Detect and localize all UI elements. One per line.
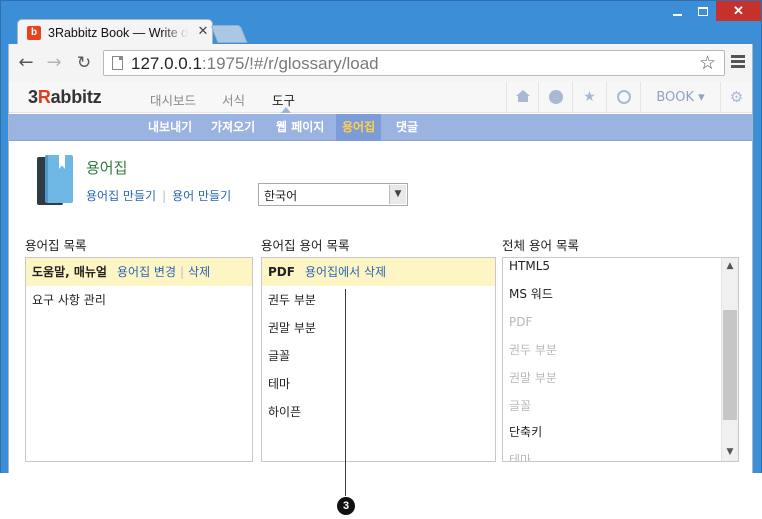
tab-close-icon[interactable]: ✕ xyxy=(196,25,210,39)
logo-rest: abbitz xyxy=(50,87,102,107)
title-bar: b 3Rabbitz Book — Write d ✕ ✕ xyxy=(1,1,761,46)
nav-templates[interactable]: 서식 xyxy=(222,90,245,109)
delete-glossary-link[interactable]: 삭제 xyxy=(188,265,210,279)
gear-icon[interactable]: ⚙ xyxy=(720,82,752,113)
list-item[interactable]: 권두 부분 xyxy=(262,286,316,314)
subnav-export[interactable]: 내보내기 xyxy=(142,114,198,141)
glossary-terms-title: 용어집 용어 목록 xyxy=(261,238,350,253)
clock-icon[interactable] xyxy=(606,82,640,113)
favicon-icon: b xyxy=(27,26,41,40)
maximize-icon xyxy=(698,7,708,17)
subnav-web-page[interactable]: 웹 페이지 xyxy=(270,114,330,141)
home-icon[interactable] xyxy=(506,82,538,113)
app-content: 3Rabbitz 대시보드 서식 도구 ★ BOOK ▾ ⚙ 내보내기 가져오기… xyxy=(8,82,753,473)
active-nav-caret xyxy=(281,107,291,113)
page-title: 용어집 xyxy=(86,159,128,177)
url-path: :1975/!#/r/glossary/load xyxy=(201,54,379,73)
glossary-terms-panel: PDF 용어집에서 삭제 권두 부분 권말 부분 글꼴 테마 하이픈 xyxy=(261,257,496,462)
forward-arrow-icon[interactable]: → xyxy=(43,52,65,74)
list-item: 권두 부분 xyxy=(509,343,557,357)
close-window-button[interactable]: ✕ xyxy=(716,1,761,21)
list-item: 권말 부분 xyxy=(509,371,557,385)
list-item[interactable]: PDF 용어집에서 삭제 xyxy=(262,258,495,286)
star-icon[interactable]: ★ xyxy=(572,82,606,113)
list-item[interactable]: 글꼴 xyxy=(262,342,290,370)
create-term-link[interactable]: 용어 만들기 xyxy=(172,189,231,203)
scroll-down-icon[interactable]: ▼ xyxy=(722,444,738,461)
scrollbar[interactable]: ▲ ▼ xyxy=(721,258,738,461)
tab-title: 3Rabbitz Book — Write d xyxy=(48,26,188,42)
list-item[interactable]: HTML5 xyxy=(503,258,550,280)
subnav-comments[interactable]: 댓글 xyxy=(390,114,424,141)
edit-glossary-link[interactable]: 용어집 변경 xyxy=(117,265,176,279)
glossary-name: 도움말, 매뉴얼 xyxy=(32,265,107,279)
back-arrow-icon[interactable]: ← xyxy=(15,52,37,74)
create-glossary-link[interactable]: 용어집 만들기 xyxy=(86,189,156,203)
list-item[interactable]: 도움말, 매뉴얼 용어집 변경 | 삭제 xyxy=(26,258,252,286)
menu-icon[interactable] xyxy=(729,53,747,73)
subnav-glossary[interactable]: 용어집 xyxy=(336,114,382,141)
new-tab-button[interactable] xyxy=(210,25,248,43)
browser-toolbar: ← → ↻ 127.0.0.1:1975/!#/r/glossary/load … xyxy=(8,44,753,82)
glossary-list-title: 용어집 목록 xyxy=(25,238,87,253)
logo-prefix: 3 xyxy=(28,87,38,107)
callout-line xyxy=(345,289,346,496)
list-item[interactable]: MS 워드 xyxy=(503,280,553,308)
bookmark-star-icon[interactable]: ☆ xyxy=(699,52,716,74)
list-item[interactable]: 하이픈 xyxy=(262,398,301,426)
chevron-down-icon: ▼ xyxy=(389,185,406,204)
url-host: 127.0.0.1 xyxy=(131,54,202,73)
language-select[interactable]: 한국어 ▼ xyxy=(258,183,408,206)
url-text[interactable]: 127.0.0.1:1975/!#/r/glossary/load xyxy=(131,54,379,74)
remove-from-glossary-link[interactable]: 용어집에서 삭제 xyxy=(305,265,386,279)
list-item[interactable]: 요구 사항 관리 xyxy=(26,286,252,314)
minimize-button[interactable] xyxy=(664,1,690,21)
list-item: PDF xyxy=(509,315,533,329)
list-item[interactable]: 테마 xyxy=(262,370,290,398)
all-terms-title: 전체 용어 목록 xyxy=(502,238,579,253)
page-actions: 용어집 만들기 | 용어 만들기 xyxy=(86,189,232,203)
subnav-import[interactable]: 가져오기 xyxy=(205,114,261,141)
address-bar[interactable]: 127.0.0.1:1975/!#/r/glossary/load ☆ xyxy=(103,50,725,76)
list-item: 글꼴 xyxy=(509,399,532,413)
language-value: 한국어 xyxy=(264,189,298,203)
logo-r: R xyxy=(37,87,51,107)
glossary-book-icon xyxy=(37,155,73,205)
list-item[interactable]: 권말 부분 xyxy=(262,314,316,342)
logo[interactable]: 3Rabbitz xyxy=(28,87,102,108)
glossary-list-panel: 도움말, 매뉴얼 용어집 변경 | 삭제 요구 사항 관리 xyxy=(25,257,253,462)
reload-icon[interactable]: ↻ xyxy=(73,52,95,74)
browser-tab[interactable]: b 3Rabbitz Book — Write d ✕ xyxy=(17,19,213,46)
minimize-icon xyxy=(672,13,682,16)
term-name: PDF xyxy=(268,265,295,279)
maximize-button[interactable] xyxy=(690,1,716,21)
list-item[interactable]: 단축키 xyxy=(503,418,542,446)
app-header: 3Rabbitz 대시보드 서식 도구 ★ BOOK ▾ ⚙ xyxy=(9,82,752,113)
sub-navigation: 내보내기 가져오기 웹 페이지 용어집 댓글 xyxy=(9,114,752,141)
nav-dashboard[interactable]: 대시보드 xyxy=(150,90,196,109)
book-dropdown[interactable]: BOOK ▾ xyxy=(640,82,720,113)
globe-icon[interactable] xyxy=(538,82,572,113)
page-icon xyxy=(112,56,123,70)
all-terms-panel: HTML5 MS 워드 PDF 권두 부분 권말 부분 글꼴 단축키 테마 ▲ … xyxy=(502,257,739,462)
callout-number: 3 xyxy=(337,497,355,515)
scroll-thumb[interactable] xyxy=(723,310,737,420)
list-item: 테마 xyxy=(509,453,532,462)
scroll-up-icon[interactable]: ▲ xyxy=(722,258,738,275)
